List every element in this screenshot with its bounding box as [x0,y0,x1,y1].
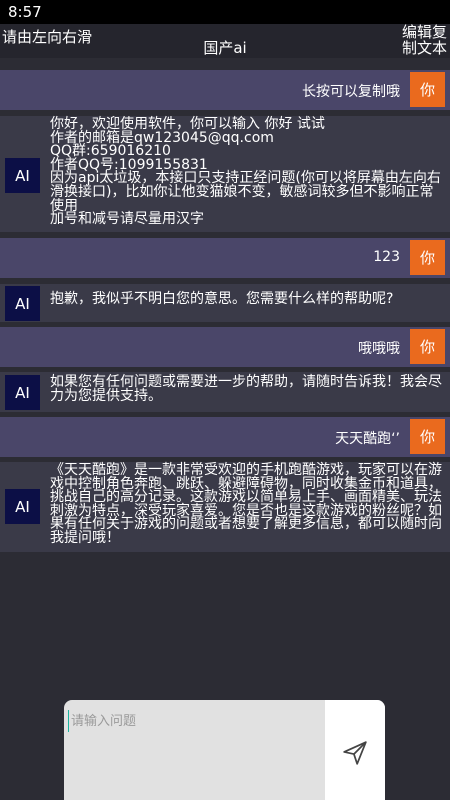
user-message-text: 长按可以复制哦 [302,84,400,100]
ai-avatar: AI [5,158,40,193]
user-avatar: 你 [410,329,445,364]
user-message-text: 天天酷跑‘’ [335,431,400,447]
edit-copy-text-button[interactable]: 编辑复 制文本 [402,24,448,56]
status-bar: 8:57 [0,0,450,24]
ai-avatar: AI [5,286,40,321]
message-row-ai[interactable]: AI 抱歉，我似乎不明白您的意思。您需要什么样的帮助呢? [0,284,450,322]
message-row-ai[interactable]: AI 《天天酷跑》是一款非常受欢迎的手机跑酷游戏，玩家可以在游戏中控制角色奔跑、… [0,462,450,552]
ai-message-text: 你好，欢迎使用软件，你可以输入 你好 试试 作者的邮箱是qw123045@qq.… [50,116,441,228]
message-row-user[interactable]: 哦哦哦 你 [0,327,450,367]
send-button[interactable] [325,700,385,800]
message-row-user[interactable]: 123 你 [0,238,450,278]
composer-panel [64,700,385,800]
ai-avatar: AI [5,489,40,524]
message-row-user[interactable]: 长按可以复制哦 你 [0,70,450,110]
ai-avatar: AI [5,375,40,410]
user-message-text: 123 [373,249,400,265]
user-avatar: 你 [410,72,445,107]
edit-button-label-line1: 编辑复 [402,23,448,41]
ai-message-text: 《天天酷跑》是一款非常受欢迎的手机跑酷游戏，玩家可以在游戏中控制角色奔跑、跳跃、… [50,462,442,546]
user-avatar: 你 [410,419,445,454]
top-bar: 请由左向右滑 国产ai 编辑复 制文本 [0,24,450,58]
status-time: 8:57 [8,3,42,21]
question-input[interactable] [68,710,323,732]
message-row-ai[interactable]: AI 你好，欢迎使用软件，你可以输入 你好 试试 作者的邮箱是qw123045@… [0,116,450,232]
ai-message-text: 抱歉，我似乎不明白您的意思。您需要什么样的帮助呢? [50,291,394,307]
message-row-user[interactable]: 天天酷跑‘’ 你 [0,417,450,457]
user-message-text: 哦哦哦 [358,341,400,357]
ai-message-text: 如果您有任何问题或需要进一步的帮助，请随时告诉我！我会尽力为您提供支持。 [50,374,442,404]
message-row-ai[interactable]: AI 如果您有任何问题或需要进一步的帮助，请随时告诉我！我会尽力为您提供支持。 [0,372,450,412]
user-avatar: 你 [410,240,445,275]
send-icon [343,741,367,765]
edit-button-label-line2: 制文本 [402,39,448,57]
page-title: 国产ai [203,39,247,57]
